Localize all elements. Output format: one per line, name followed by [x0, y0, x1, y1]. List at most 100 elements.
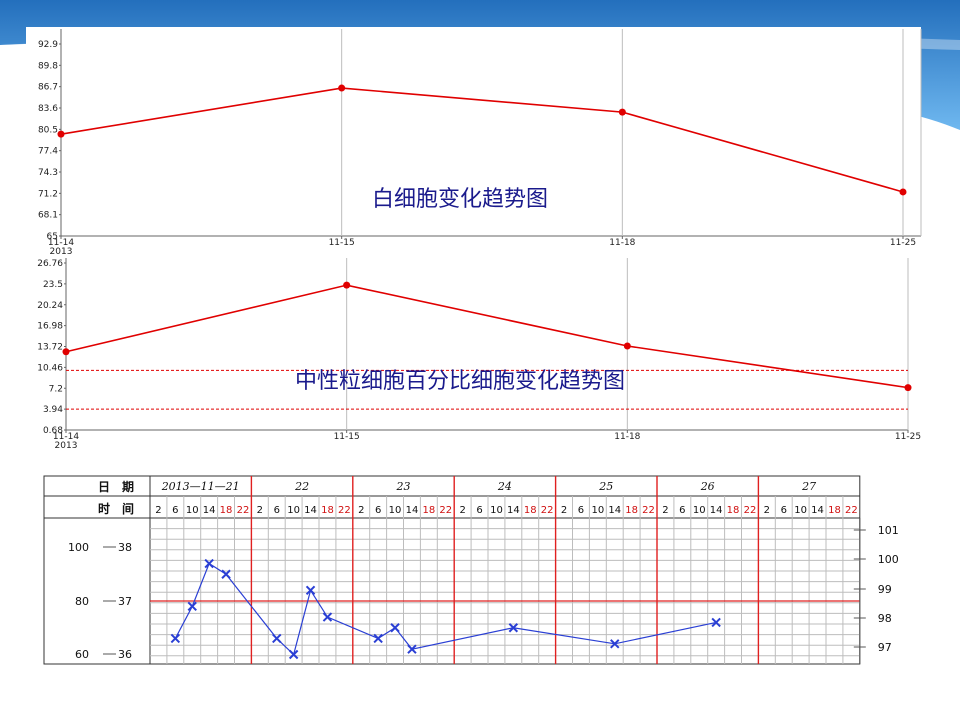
time-slot-label: 14: [304, 505, 317, 516]
temperature-marker: [305, 585, 316, 596]
y-tick-label: 77.4: [38, 147, 58, 157]
left-scale-inner-label: 38: [118, 541, 132, 554]
y-tick-label: 83.6: [38, 104, 58, 114]
left-scale-inner-label: 36: [118, 648, 132, 661]
time-slot-label: 2: [459, 505, 465, 516]
x-year-label: 2013: [55, 441, 78, 451]
time-slot-label: 18: [828, 505, 841, 516]
x-tick-label: 11-18: [609, 238, 635, 248]
time-slot-label: 14: [710, 505, 723, 516]
time-slot-label: 22: [338, 505, 351, 516]
day-label: 24: [497, 480, 512, 493]
day-label: 25: [598, 480, 613, 493]
y-tick-label: 74.3: [38, 168, 58, 178]
y-tick-label: 13.72: [37, 343, 63, 353]
temperature-marker: [322, 612, 333, 622]
chart-title: 中性粒细胞百分比细胞变化趋势图: [295, 369, 625, 394]
day-label: 27: [801, 480, 816, 493]
x-tick-label: 11-15: [329, 238, 355, 248]
time-slot-label: 6: [578, 505, 584, 516]
time-slot-label: 22: [845, 505, 858, 516]
data-point: [338, 84, 346, 92]
time-slot-label: 22: [642, 505, 655, 516]
temperature-marker: [170, 633, 181, 644]
temperature-marker: [272, 633, 282, 644]
left-scale-inner-label: 37: [118, 595, 132, 608]
data-point: [618, 108, 626, 116]
y-tick-label: 71.2: [38, 189, 58, 199]
time-slot-label: 6: [679, 505, 685, 516]
time-slot-label: 22: [744, 505, 757, 516]
time-slot-label: 2: [155, 505, 161, 516]
time-slot-label: 6: [375, 505, 381, 516]
y-tick-label: 89.8: [38, 61, 58, 71]
time-slot-label: 22: [237, 505, 250, 516]
row-label-time: 时 间: [98, 501, 134, 516]
right-scale-label: 100: [878, 553, 899, 566]
y-tick-label: 86.7: [38, 83, 58, 93]
chart-title: 白细胞变化趋势图: [372, 187, 548, 212]
time-slot-label: 14: [811, 505, 824, 516]
chart-temperature: 日 期时 间 2 6 10 14 18 22 2 6 10 14 18 22 2 6 10 14 18 22 2 6 10…: [43, 475, 899, 665]
time-slot-label: 6: [476, 505, 482, 516]
left-scale-outer-label: 80: [75, 595, 89, 608]
time-slot-label: 22: [541, 505, 554, 516]
y-tick-label: 0.68: [43, 426, 63, 436]
right-scale-label: 101: [878, 524, 899, 537]
time-slot-label: 2: [662, 505, 668, 516]
time-slot-label: 2: [561, 505, 567, 516]
right-scale-label: 99: [878, 583, 892, 596]
y-tick-label: 80.5: [38, 125, 58, 135]
time-slot-label: 10: [186, 505, 199, 516]
time-slot-label: 10: [794, 505, 807, 516]
y-tick-label: 3.94: [43, 405, 63, 415]
x-tick-label: 11-15: [334, 432, 360, 442]
time-slot-label: 18: [422, 505, 435, 516]
data-point: [904, 384, 912, 392]
right-scale-label: 98: [878, 612, 892, 625]
y-tick-label: 68.1: [38, 211, 58, 221]
y-tick-label: 92.9: [38, 40, 58, 50]
data-point: [623, 342, 631, 350]
day-label: 2013—11—21: [161, 480, 240, 493]
time-slot-label: 14: [406, 505, 419, 516]
data-point: [62, 348, 70, 356]
temperature-line: [174, 562, 717, 656]
time-slot-label: 18: [321, 505, 334, 516]
x-tick-label: 11-25: [890, 238, 916, 248]
temperature-marker: [288, 649, 299, 660]
x-tick-label: 11-25: [895, 432, 921, 442]
data-point: [899, 188, 907, 196]
time-slot-label: 2: [257, 505, 263, 516]
y-tick-label: 23.5: [43, 280, 63, 290]
x-year-label: 2013: [50, 247, 73, 257]
content-panel: [26, 27, 921, 463]
day-label: 23: [396, 480, 411, 493]
left-scale-outer-label: 100: [68, 541, 89, 554]
time-slot-label: 2: [358, 505, 364, 516]
time-slot-label: 18: [524, 505, 537, 516]
time-slot-label: 6: [274, 505, 280, 516]
time-slot-label: 2: [764, 505, 770, 516]
time-slot-label: 10: [389, 505, 402, 516]
y-tick-label: 26.76: [37, 259, 63, 269]
time-slot-label: 18: [220, 505, 233, 516]
right-scale-label: 97: [878, 641, 892, 654]
time-slot-label: 10: [287, 505, 300, 516]
y-tick-label: 65: [47, 232, 58, 242]
y-tick-label: 10.46: [37, 363, 63, 373]
slide-canvas: 11-14 11-15 11-18 11-2520136568.171.274.377…: [0, 0, 960, 665]
left-scale-outer-label: 60: [75, 648, 89, 661]
y-tick-label: 20.24: [37, 301, 63, 311]
data-point: [57, 130, 65, 138]
temperature-marker: [390, 623, 400, 633]
time-slot-label: 18: [625, 505, 638, 516]
temperature-marker: [373, 633, 383, 644]
time-slot-label: 6: [172, 505, 178, 516]
y-tick-label: 16.98: [37, 322, 63, 332]
data-point: [343, 281, 351, 289]
day-label: 22: [294, 480, 309, 493]
time-slot-label: 6: [781, 505, 787, 516]
time-slot-label: 18: [727, 505, 740, 516]
time-slot-label: 14: [507, 505, 520, 516]
